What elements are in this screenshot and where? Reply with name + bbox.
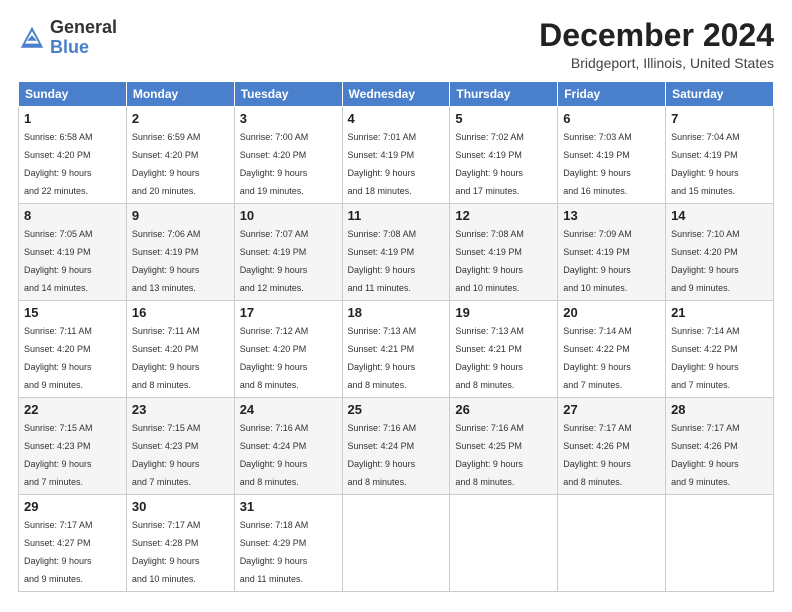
table-row [558, 495, 666, 592]
table-row: 31 Sunrise: 7:18 AMSunset: 4:29 PMDaylig… [234, 495, 342, 592]
col-thursday: Thursday [450, 82, 558, 107]
table-row: 13 Sunrise: 7:09 AMSunset: 4:19 PMDaylig… [558, 204, 666, 301]
table-row: 3 Sunrise: 7:00 AMSunset: 4:20 PMDayligh… [234, 107, 342, 204]
table-row: 7 Sunrise: 7:04 AMSunset: 4:19 PMDayligh… [666, 107, 774, 204]
logo: General Blue [18, 18, 117, 58]
table-row [666, 495, 774, 592]
logo-general-text: General [50, 17, 117, 37]
title-block: December 2024 Bridgeport, Illinois, Unit… [539, 18, 774, 71]
logo-icon [18, 24, 46, 52]
table-row: 1 Sunrise: 6:58 AMSunset: 4:20 PMDayligh… [19, 107, 127, 204]
table-row: 30 Sunrise: 7:17 AMSunset: 4:28 PMDaylig… [126, 495, 234, 592]
table-row: 9 Sunrise: 7:06 AMSunset: 4:19 PMDayligh… [126, 204, 234, 301]
col-saturday: Saturday [666, 82, 774, 107]
calendar-subtitle: Bridgeport, Illinois, United States [539, 55, 774, 71]
table-row: 21 Sunrise: 7:14 AMSunset: 4:22 PMDaylig… [666, 301, 774, 398]
table-row: 19 Sunrise: 7:13 AMSunset: 4:21 PMDaylig… [450, 301, 558, 398]
calendar-header-row: Sunday Monday Tuesday Wednesday Thursday… [19, 82, 774, 107]
table-row: 2 Sunrise: 6:59 AMSunset: 4:20 PMDayligh… [126, 107, 234, 204]
table-row: 11 Sunrise: 7:08 AMSunset: 4:19 PMDaylig… [342, 204, 450, 301]
table-row: 16 Sunrise: 7:11 AMSunset: 4:20 PMDaylig… [126, 301, 234, 398]
table-row: 14 Sunrise: 7:10 AMSunset: 4:20 PMDaylig… [666, 204, 774, 301]
table-row: 5 Sunrise: 7:02 AMSunset: 4:19 PMDayligh… [450, 107, 558, 204]
col-friday: Friday [558, 82, 666, 107]
logo-blue-text: Blue [50, 37, 89, 57]
col-monday: Monday [126, 82, 234, 107]
table-row: 23 Sunrise: 7:15 AMSunset: 4:23 PMDaylig… [126, 398, 234, 495]
col-wednesday: Wednesday [342, 82, 450, 107]
table-row: 27 Sunrise: 7:17 AMSunset: 4:26 PMDaylig… [558, 398, 666, 495]
table-row [342, 495, 450, 592]
table-row: 20 Sunrise: 7:14 AMSunset: 4:22 PMDaylig… [558, 301, 666, 398]
table-row: 25 Sunrise: 7:16 AMSunset: 4:24 PMDaylig… [342, 398, 450, 495]
table-row: 15 Sunrise: 7:11 AMSunset: 4:20 PMDaylig… [19, 301, 127, 398]
table-row: 17 Sunrise: 7:12 AMSunset: 4:20 PMDaylig… [234, 301, 342, 398]
table-row: 6 Sunrise: 7:03 AMSunset: 4:19 PMDayligh… [558, 107, 666, 204]
table-row: 4 Sunrise: 7:01 AMSunset: 4:19 PMDayligh… [342, 107, 450, 204]
table-row: 28 Sunrise: 7:17 AMSunset: 4:26 PMDaylig… [666, 398, 774, 495]
table-row: 26 Sunrise: 7:16 AMSunset: 4:25 PMDaylig… [450, 398, 558, 495]
header: General Blue December 2024 Bridgeport, I… [18, 18, 774, 71]
table-row: 12 Sunrise: 7:08 AMSunset: 4:19 PMDaylig… [450, 204, 558, 301]
calendar-title: December 2024 [539, 18, 774, 53]
table-row: 22 Sunrise: 7:15 AMSunset: 4:23 PMDaylig… [19, 398, 127, 495]
calendar-table: Sunday Monday Tuesday Wednesday Thursday… [18, 81, 774, 592]
table-row: 10 Sunrise: 7:07 AMSunset: 4:19 PMDaylig… [234, 204, 342, 301]
col-tuesday: Tuesday [234, 82, 342, 107]
table-row: 29 Sunrise: 7:17 AMSunset: 4:27 PMDaylig… [19, 495, 127, 592]
page: General Blue December 2024 Bridgeport, I… [0, 0, 792, 612]
col-sunday: Sunday [19, 82, 127, 107]
table-row: 8 Sunrise: 7:05 AMSunset: 4:19 PMDayligh… [19, 204, 127, 301]
table-row [450, 495, 558, 592]
table-row: 24 Sunrise: 7:16 AMSunset: 4:24 PMDaylig… [234, 398, 342, 495]
table-row: 18 Sunrise: 7:13 AMSunset: 4:21 PMDaylig… [342, 301, 450, 398]
